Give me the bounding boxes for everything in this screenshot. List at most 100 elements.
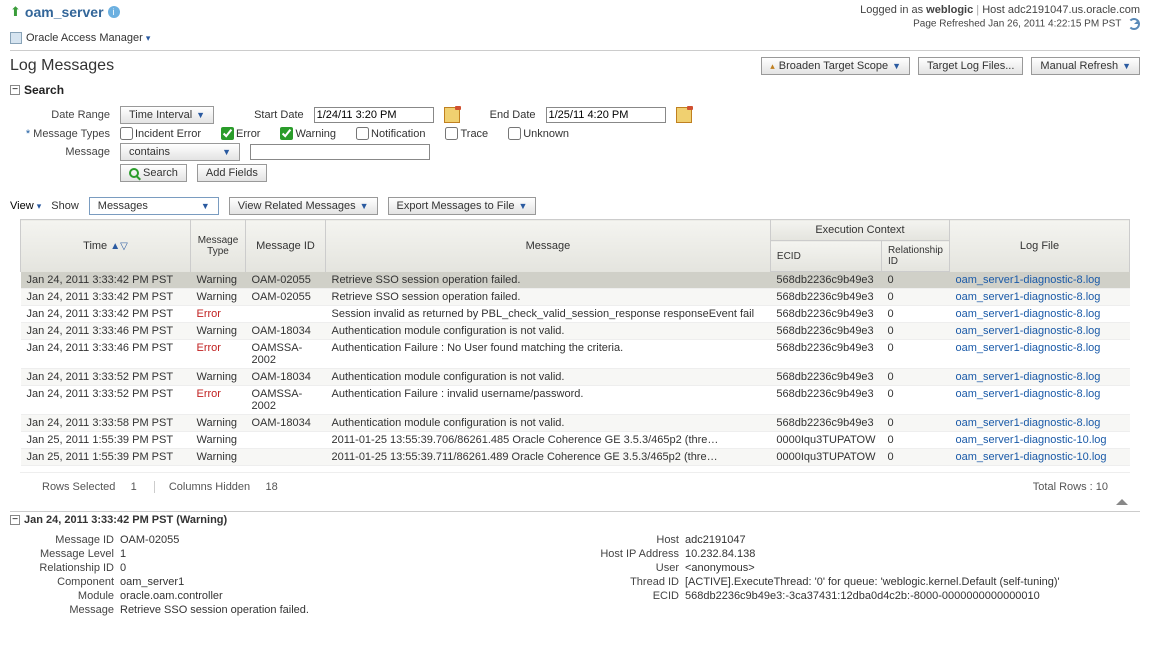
server-name: oam_server bbox=[25, 4, 104, 20]
target-log-files-button[interactable]: Target Log Files... bbox=[918, 57, 1023, 75]
info-icon[interactable]: i bbox=[108, 6, 120, 18]
show-select[interactable]: Messages▼ bbox=[89, 197, 219, 215]
status-up-icon: ⬆ bbox=[10, 4, 21, 20]
date-range-label: Date Range bbox=[10, 109, 110, 121]
message-types-label: Message Types bbox=[33, 128, 110, 140]
detail-v-user: <anonymous> bbox=[685, 562, 755, 574]
manual-refresh-button[interactable]: Manual Refresh▼ bbox=[1031, 57, 1140, 75]
detail-v-module: oracle.oam.controller bbox=[120, 590, 223, 602]
broaden-scope-button[interactable]: ▴ Broaden Target Scope ▼ bbox=[761, 57, 910, 75]
add-fields-button[interactable]: Add Fields bbox=[197, 164, 267, 182]
page-title: Log Messages bbox=[10, 57, 114, 75]
start-date-cal-icon[interactable] bbox=[444, 107, 460, 123]
log-file-link[interactable]: oam_server1-diagnostic-8.log bbox=[956, 417, 1101, 429]
detail-k-relationship-id: Relationship ID bbox=[10, 562, 120, 574]
detail-v-thread-id: [ACTIVE].ExecuteThread: '0' for queue: '… bbox=[685, 576, 1060, 588]
end-date-input[interactable] bbox=[546, 107, 666, 123]
collapse-icon[interactable]: − bbox=[10, 85, 20, 95]
detail-v-relationship-id: 0 bbox=[120, 562, 126, 574]
detail-k-component: Component bbox=[10, 576, 120, 588]
table-row[interactable]: Jan 24, 2011 3:33:58 PM PSTWarningOAM-18… bbox=[21, 415, 1130, 432]
detail-k-message: Message bbox=[10, 604, 120, 616]
col-message[interactable]: Message bbox=[326, 220, 771, 272]
detail-k-message-level: Message Level bbox=[10, 548, 120, 560]
col-time[interactable]: Time bbox=[83, 240, 107, 252]
rows-selected-label: Rows Selected bbox=[42, 481, 115, 493]
detail-k-host-ip: Host IP Address bbox=[575, 548, 685, 560]
total-rows-value: 10 bbox=[1096, 481, 1108, 493]
log-file-link[interactable]: oam_server1-diagnostic-8.log bbox=[956, 291, 1101, 303]
log-file-link[interactable]: oam_server1-diagnostic-8.log bbox=[956, 308, 1101, 320]
show-label: Show bbox=[51, 200, 79, 212]
table-row[interactable]: Jan 24, 2011 3:33:52 PM PSTErrorOAMSSA-2… bbox=[21, 386, 1130, 415]
date-range-select[interactable]: Time Interval▼ bbox=[120, 106, 214, 124]
detail-v-host-ip: 10.232.84.138 bbox=[685, 548, 755, 560]
log-file-link[interactable]: oam_server1-diagnostic-8.log bbox=[956, 325, 1101, 337]
end-date-cal-icon[interactable] bbox=[676, 107, 692, 123]
table-row[interactable]: Jan 24, 2011 3:33:42 PM PSTWarningOAM-02… bbox=[21, 272, 1130, 289]
login-status: Logged in as weblogic | Host adc2191047.… bbox=[860, 4, 1140, 16]
table-row[interactable]: Jan 25, 2011 1:55:39 PM PSTWarning2011-0… bbox=[21, 449, 1130, 466]
table-row[interactable]: Jan 24, 2011 3:33:52 PM PSTWarningOAM-18… bbox=[21, 369, 1130, 386]
col-ecid[interactable]: ECID bbox=[770, 241, 881, 272]
refresh-icon[interactable] bbox=[1128, 18, 1140, 30]
chk-notification[interactable]: Notification bbox=[356, 127, 425, 140]
search-icon bbox=[129, 168, 139, 178]
col-log-file[interactable]: Log File bbox=[950, 220, 1130, 272]
log-file-link[interactable]: oam_server1-diagnostic-10.log bbox=[956, 434, 1107, 446]
export-button[interactable]: Export Messages to File ▼ bbox=[388, 197, 537, 215]
detail-header: Jan 24, 2011 3:33:42 PM PST (Warning) bbox=[24, 514, 227, 526]
col-relationship-id[interactable]: Relationship ID bbox=[881, 241, 949, 272]
view-menu[interactable]: View ▾ bbox=[10, 200, 41, 212]
table-row[interactable]: Jan 24, 2011 3:33:46 PM PSTWarningOAM-18… bbox=[21, 323, 1130, 340]
search-form: Date Range Time Interval▼ Start Date End… bbox=[0, 99, 1150, 193]
table-row[interactable]: Jan 24, 2011 3:33:46 PM PSTErrorOAMSSA-2… bbox=[21, 340, 1130, 369]
message-op-select[interactable]: contains▼ bbox=[120, 143, 240, 161]
start-date-input[interactable] bbox=[314, 107, 434, 123]
log-file-link[interactable]: oam_server1-diagnostic-8.log bbox=[956, 342, 1101, 354]
detail-k-message-id: Message ID bbox=[10, 534, 120, 546]
col-exec-ctx: Execution Context bbox=[770, 220, 949, 241]
table-row[interactable]: Jan 25, 2011 1:55:39 PM PSTWarning2011-0… bbox=[21, 432, 1130, 449]
start-date-label: Start Date bbox=[254, 109, 304, 121]
sort-icon[interactable]: ▲▽ bbox=[110, 241, 128, 252]
table-row[interactable]: Jan 24, 2011 3:33:42 PM PSTWarningOAM-02… bbox=[21, 289, 1130, 306]
chk-incident-error[interactable]: Incident Error bbox=[120, 127, 201, 140]
view-related-button[interactable]: View Related Messages ▼ bbox=[229, 197, 378, 215]
app-menu[interactable]: Oracle Access Manager ▾ bbox=[26, 32, 150, 44]
app-menu-icon[interactable] bbox=[10, 32, 22, 44]
cols-hidden-value: 18 bbox=[265, 481, 277, 493]
log-table: Time ▲▽ Message Type Message ID Message … bbox=[20, 219, 1130, 466]
detail-k-host: Host bbox=[575, 534, 685, 546]
page-refresh-time: Page Refreshed Jan 26, 2011 4:22:15 PM P… bbox=[860, 18, 1140, 30]
detail-k-module: Module bbox=[10, 590, 120, 602]
detail-k-ecid: ECID bbox=[575, 590, 685, 602]
search-button[interactable]: Search bbox=[120, 164, 187, 182]
log-file-link[interactable]: oam_server1-diagnostic-8.log bbox=[956, 371, 1101, 383]
chk-trace[interactable]: Trace bbox=[445, 127, 488, 140]
rows-selected-value: 1 bbox=[131, 481, 137, 493]
table-row[interactable]: Jan 24, 2011 3:33:42 PM PSTErrorSession … bbox=[21, 306, 1130, 323]
search-section-label: Search bbox=[24, 83, 64, 97]
message-filter-input[interactable] bbox=[250, 144, 430, 160]
message-filter-label: Message bbox=[10, 146, 110, 158]
chk-unknown[interactable]: Unknown bbox=[508, 127, 569, 140]
log-file-link[interactable]: oam_server1-diagnostic-10.log bbox=[956, 451, 1107, 463]
col-message-id[interactable]: Message ID bbox=[246, 220, 326, 272]
chk-error[interactable]: Error bbox=[221, 127, 260, 140]
col-message-type[interactable]: Message Type bbox=[191, 220, 246, 272]
detail-k-user: User bbox=[575, 562, 685, 574]
log-file-link[interactable]: oam_server1-diagnostic-8.log bbox=[956, 388, 1101, 400]
resize-handle-icon[interactable] bbox=[1116, 499, 1128, 505]
detail-v-message-level: 1 bbox=[120, 548, 126, 560]
detail-collapse-icon[interactable]: − bbox=[10, 515, 20, 525]
chk-warning[interactable]: Warning bbox=[280, 127, 336, 140]
detail-v-message: Retrieve SSO session operation failed. bbox=[120, 604, 309, 616]
detail-v-component: oam_server1 bbox=[120, 576, 184, 588]
end-date-label: End Date bbox=[490, 109, 536, 121]
total-rows-label: Total Rows : bbox=[1033, 481, 1096, 493]
log-file-link[interactable]: oam_server1-diagnostic-8.log bbox=[956, 274, 1101, 286]
detail-k-thread-id: Thread ID bbox=[575, 576, 685, 588]
detail-v-ecid[interactable]: 568db2236c9b49e3:-3ca37431:12dba0d4c2b:-… bbox=[685, 590, 1040, 602]
detail-v-host: adc2191047 bbox=[685, 534, 746, 546]
